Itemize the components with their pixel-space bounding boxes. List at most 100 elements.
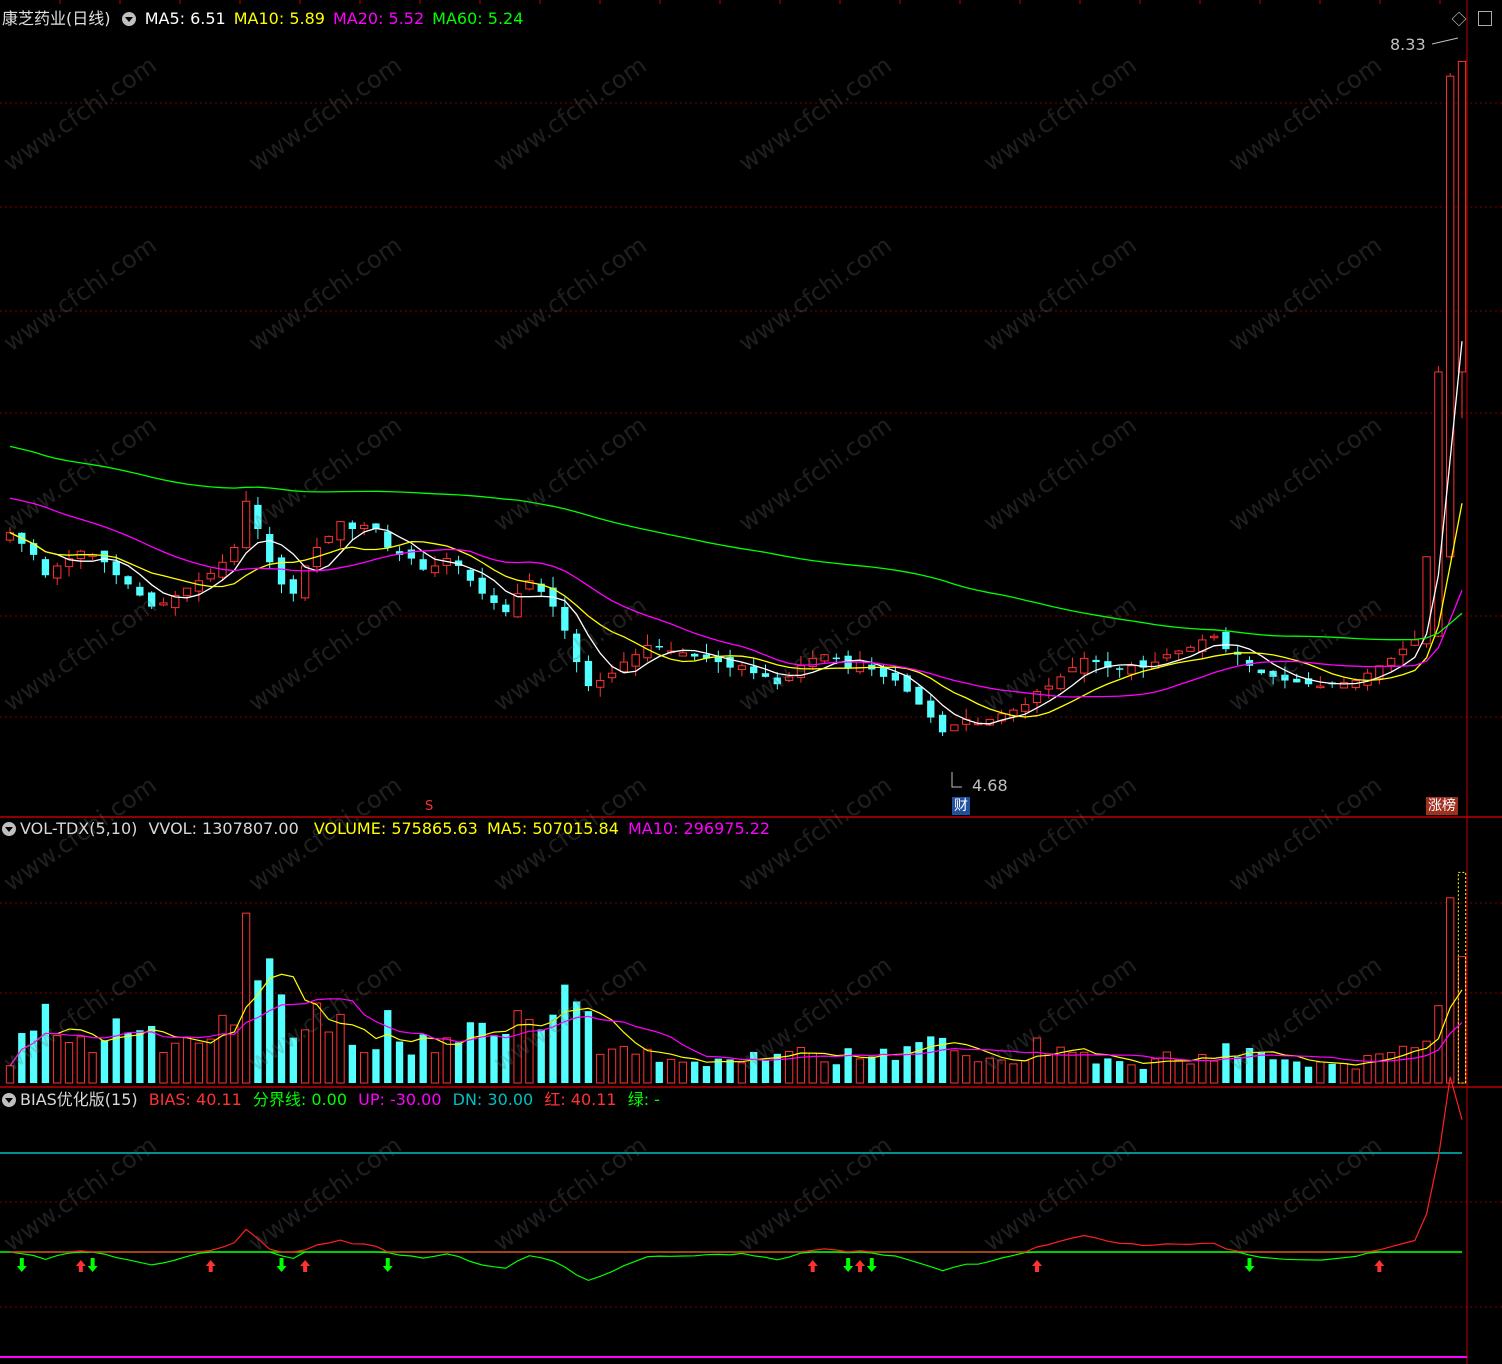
volume-bar-up (596, 1053, 605, 1084)
volume-bar-down (691, 1061, 699, 1083)
buy-arrow-icon (1032, 1260, 1043, 1272)
candle-body-up (1410, 639, 1419, 646)
candle-body-down (561, 606, 569, 631)
candle-body-up (1457, 60, 1467, 373)
volume-bar-down (868, 1056, 876, 1083)
buy-arrow-icon (854, 1260, 865, 1272)
volume-bar-up (1186, 1063, 1195, 1084)
candle-body-down (289, 579, 297, 594)
volume-bar-down (348, 1044, 357, 1083)
sell-arrow-icon (866, 1258, 877, 1272)
volume-bar-up (182, 1036, 192, 1084)
candle-body-up (1162, 654, 1172, 659)
candle-body-down (750, 666, 758, 674)
volume-bar-down (844, 1048, 852, 1083)
candle-body-down (348, 522, 357, 530)
ma-legend-item: MA60: 5.24 (432, 9, 524, 28)
bias-menu-icon[interactable] (2, 1093, 16, 1107)
volume-bar-down (1269, 1059, 1277, 1083)
volume-bar-down (136, 1030, 144, 1083)
volume-bar-down (112, 1018, 120, 1083)
volume-bar-up (1080, 1051, 1089, 1084)
volume-bar-up (950, 1050, 959, 1084)
candle-body-up (678, 652, 688, 657)
volume-bar-up (1363, 1055, 1372, 1084)
volume-bar-down (584, 1011, 593, 1083)
volume-bar-up (1162, 1051, 1172, 1084)
candle-body-up (1186, 646, 1195, 652)
bias-line-negative (9, 1251, 1462, 1282)
candle-body-down (1293, 678, 1301, 683)
sell-arrow-icon (276, 1258, 287, 1272)
volume-bar-down (384, 1010, 392, 1083)
up-value: UP: -30.00 (358, 1090, 442, 1109)
candle-body-down (490, 595, 498, 603)
finance-tag[interactable]: 财 (952, 797, 970, 815)
high-price-label: 8.33 (1390, 35, 1426, 54)
volume-bar-down (478, 1022, 486, 1083)
volume-bar-up (820, 1061, 829, 1084)
volume-bar-up (1351, 1068, 1360, 1084)
volume-bar-down (395, 1041, 404, 1083)
volume-bar-down (1304, 1066, 1313, 1083)
volume-bar-up (962, 1055, 971, 1084)
candle-body-up (1398, 648, 1408, 656)
buy-arrow-icon (1374, 1260, 1385, 1272)
volume-bar-down (726, 1059, 734, 1083)
candle-body-up (336, 521, 345, 541)
candle-body-down (938, 714, 947, 733)
sell-arrow-icon (87, 1258, 98, 1272)
candle-body-up (182, 587, 192, 597)
volume-bar-down (372, 1049, 380, 1083)
candle-body-up (619, 661, 629, 672)
volume-bar-up (1446, 897, 1455, 1084)
fenjie-value: 分界线: 0.00 (252, 1090, 348, 1109)
ma-legend-item: MA5: 6.51 (144, 9, 226, 28)
dn-value: DN: 30.00 (452, 1090, 534, 1109)
candle-body-up (1174, 650, 1183, 655)
candle-body-up (359, 524, 369, 529)
signal-s-marker[interactable]: S (425, 798, 433, 816)
high-arrow-line (1431, 37, 1459, 45)
volume-bar-up (973, 1061, 983, 1084)
candle-body-down (891, 672, 900, 681)
volume-bar-down (1293, 1061, 1301, 1083)
maximize-icon[interactable] (1478, 11, 1492, 26)
volume-bar-down (124, 1032, 132, 1083)
volume-bar-up (1434, 1005, 1443, 1084)
candle-body-down (407, 549, 416, 559)
candle-body-up (324, 535, 333, 543)
indicator-menu-icon[interactable] (121, 12, 136, 26)
volume-bar-up (218, 1014, 227, 1084)
gain-rank-tag[interactable]: 涨榜 (1426, 797, 1458, 815)
candle-body-down (927, 700, 935, 718)
candle-body-down (419, 559, 427, 570)
candle-body-up (596, 680, 605, 688)
volume-bar-up (607, 1048, 617, 1084)
candle-body-up (1363, 672, 1372, 686)
candle-body-up (1068, 667, 1077, 673)
volume-bar-down (147, 1025, 156, 1083)
candle-body-down (266, 534, 274, 563)
candle-body-up (1434, 371, 1443, 637)
volume-bar-down (419, 1034, 427, 1083)
period-label: (日线) (66, 9, 111, 28)
ma-legend-item: MA20: 5.52 (332, 9, 425, 28)
volume-bar-down (832, 1064, 841, 1083)
candle-body-up (950, 724, 959, 732)
stock-name: 康芝药业 (2, 9, 67, 28)
volume-bar-down (891, 1059, 900, 1083)
candle-body-up (1056, 676, 1065, 690)
volume-menu-icon[interactable] (2, 822, 16, 836)
volume-bar-up (171, 1042, 180, 1084)
candle-body-down (1092, 659, 1100, 663)
candle-body-down (655, 645, 663, 648)
volume-bar-up (1021, 1060, 1030, 1084)
candle-body-up (230, 546, 239, 563)
volume-bar-up (206, 1038, 215, 1084)
volume-bar-up (64, 1042, 74, 1084)
candle-body-down (1222, 631, 1230, 650)
sell-arrow-icon (382, 1258, 393, 1272)
volume-bar-down (407, 1054, 416, 1083)
candle-body-down (584, 660, 593, 687)
